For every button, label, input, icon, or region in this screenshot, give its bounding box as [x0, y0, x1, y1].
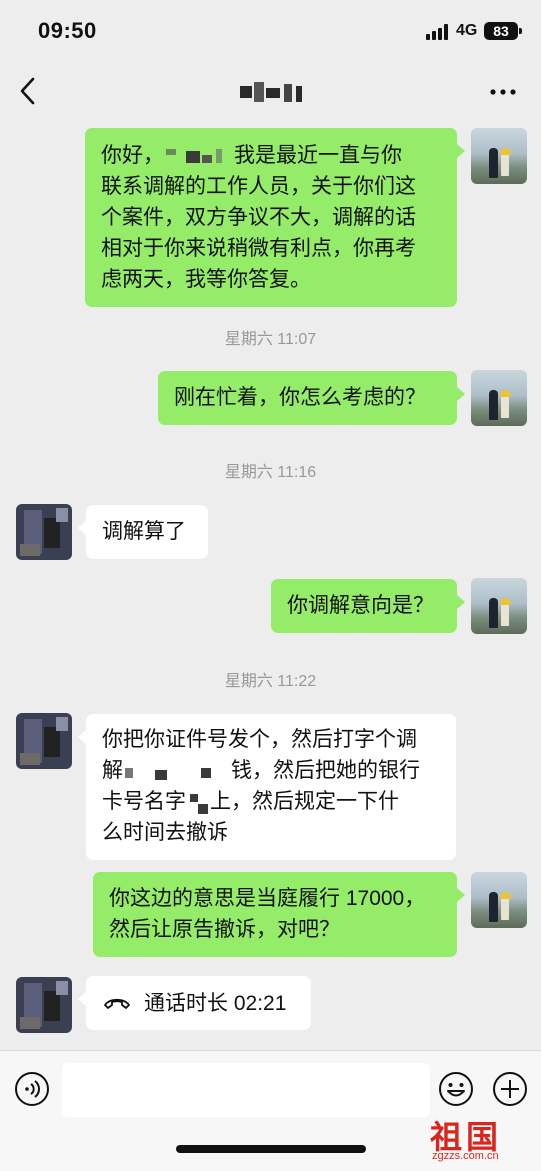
message-bubble-outgoing[interactable]: 刚在忙着，你怎么考虑的？: [158, 371, 465, 425]
emoji-icon: [439, 1072, 473, 1106]
phone-hangup-icon: [104, 998, 130, 1009]
message-text: 你这边的意思是当庭履行 17000，: [109, 887, 426, 910]
message-text: 然后让原告撤诉，对吧？: [109, 918, 340, 941]
status-bar: 09:50 4G 83: [0, 0, 541, 62]
message-text: 你好，: [101, 144, 164, 167]
redacted-text: [123, 760, 231, 782]
message-text: 联系调解的工作人员，关于你们这: [101, 175, 416, 198]
message-text: 卡号名字: [102, 790, 186, 813]
voice-icon: [15, 1072, 49, 1106]
site-watermark: 祖国 zgzzs.com.cn: [430, 1112, 530, 1166]
message-text: 钱，然后把她的银行: [231, 759, 420, 782]
contact-avatar[interactable]: [16, 977, 72, 1033]
message-text: 刚在忙着，你怎么考虑的？: [174, 386, 426, 409]
call-duration-text: 通话时长 02:21: [144, 991, 287, 1015]
message-text: 调解算了: [102, 520, 186, 543]
status-time: 09:50: [38, 18, 97, 43]
message-text: 你把你证件号发个，然后打字个调: [102, 728, 417, 751]
message-text: 么时间去撤诉: [102, 821, 228, 844]
message-text: 个案件，双方争议不大，调解的话: [101, 206, 416, 229]
battery-icon: 83: [484, 22, 522, 40]
my-avatar[interactable]: [471, 578, 527, 634]
my-avatar[interactable]: [471, 872, 527, 928]
chat-title-redacted: [240, 82, 306, 104]
timestamp: 星期六 11:07: [224, 331, 317, 348]
contact-avatar[interactable]: [16, 504, 72, 560]
message-text: 解: [102, 759, 123, 782]
more-button[interactable]: [486, 78, 520, 106]
voice-button[interactable]: [14, 1071, 50, 1107]
call-record-bubble[interactable]: 通话时长 02:21: [78, 976, 311, 1030]
signal-icon: [426, 24, 452, 40]
message-text: 我是最近一直与你: [234, 144, 402, 167]
network-label: 4G: [456, 22, 478, 39]
message-text: 上，然后规定一下什: [210, 790, 399, 813]
redacted-text: [186, 790, 210, 815]
redacted-name: [164, 145, 234, 167]
message-bubble-incoming[interactable]: 调解算了: [78, 505, 208, 559]
back-button[interactable]: [14, 74, 44, 108]
chat-message-list[interactable]: 你好， 我是最近一直与你 联系调解的工作人员，关于你们这 个案件，双方争议不大，…: [0, 120, 541, 1050]
timestamp: 星期六 11:22: [224, 673, 317, 690]
more-functions-button[interactable]: [492, 1071, 528, 1107]
more-dots-icon: [490, 89, 516, 95]
timestamp: 星期六 11:16: [224, 464, 317, 481]
chat-header: [0, 62, 541, 120]
home-indicator: [176, 1145, 366, 1153]
message-input[interactable]: [62, 1063, 430, 1117]
message-bubble-outgoing[interactable]: 你好， 我是最近一直与你 联系调解的工作人员，关于你们这 个案件，双方争议不大，…: [85, 128, 465, 307]
message-text: 你调解意向是？: [287, 594, 434, 617]
message-bubble-outgoing[interactable]: 你调解意向是？: [271, 579, 465, 633]
watermark-url: zgzzs.com.cn: [432, 1150, 499, 1162]
chevron-left-icon: [20, 77, 35, 105]
message-text: 相对于你来说稍微有利点，你再考: [101, 237, 416, 260]
my-avatar[interactable]: [471, 370, 527, 426]
contact-avatar[interactable]: [16, 713, 72, 769]
message-bubble-outgoing[interactable]: 你这边的意思是当庭履行 17000， 然后让原告撤诉，对吧？: [93, 872, 465, 957]
message-bubble-incoming[interactable]: 你把你证件号发个，然后打字个调 解 钱，然后把她的银行 卡号名字 上，然后规定一…: [78, 714, 456, 860]
my-avatar[interactable]: [471, 128, 527, 184]
message-text: 虑两天，我等你答复。: [101, 268, 311, 291]
plus-icon: [493, 1072, 527, 1106]
emoji-button[interactable]: [438, 1071, 474, 1107]
